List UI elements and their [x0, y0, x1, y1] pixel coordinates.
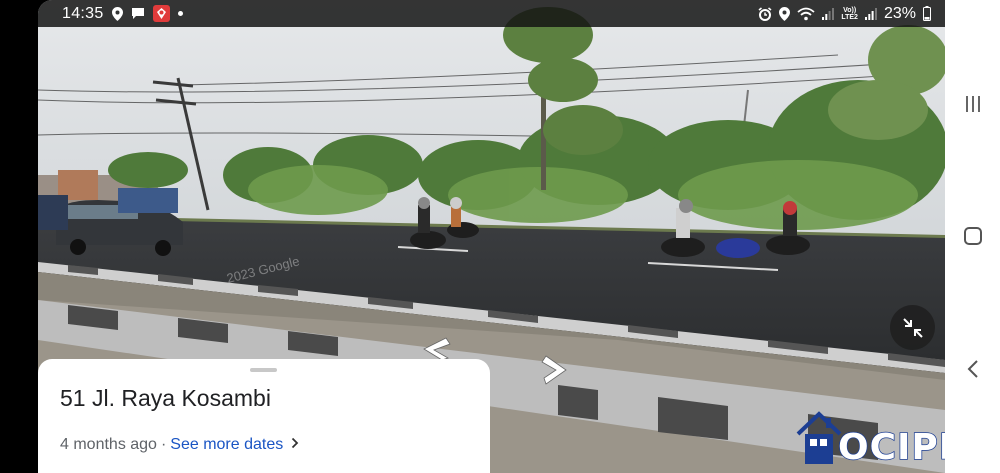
capture-date-row: 4 months ago · See more dates: [60, 436, 299, 454]
app-badge-icon: [152, 5, 170, 22]
battery-percent: 23%: [883, 4, 916, 22]
home-button[interactable]: [945, 216, 1000, 256]
battery-icon: [923, 6, 931, 21]
chevron-right-icon: [291, 436, 299, 454]
dot-icon: [177, 11, 183, 16]
signal-icon: [864, 7, 877, 20]
status-time: 14:35: [62, 4, 104, 22]
arrow-right-icon[interactable]: [538, 352, 572, 386]
capture-age: 4 months ago: [60, 436, 157, 453]
location-icon: [111, 6, 123, 21]
drag-handle[interactable]: [250, 368, 277, 372]
address-title: 51 Jl. Raya Kosambi: [60, 385, 271, 411]
house-logo-icon: [796, 410, 842, 466]
signal-icon: [822, 7, 835, 20]
wifi-icon: [797, 7, 815, 21]
network-type-label: Vo)) LTE2: [841, 6, 858, 21]
alarm-icon: [758, 6, 772, 21]
arrow-left-icon[interactable]: [420, 336, 454, 360]
back-icon: [966, 359, 980, 379]
see-more-dates-link[interactable]: See more dates: [170, 436, 299, 454]
status-bar: 14:35 Vo)) LTE2 23%: [38, 0, 945, 27]
phone-screen: 2023 Google 14:35 Vo)) LTE2 23% 51 Jl. R…: [0, 0, 1000, 473]
location-info-card[interactable]: 51 Jl. Raya Kosambi 4 months ago · See m…: [38, 359, 490, 473]
chat-icon: [131, 7, 145, 20]
recents-icon: [964, 95, 982, 113]
home-icon: [963, 226, 983, 246]
separator-dot: ·: [160, 436, 167, 453]
back-button[interactable]: [945, 349, 1000, 389]
see-more-dates-label: See more dates: [170, 436, 284, 453]
location-icon: [779, 6, 791, 21]
recents-button[interactable]: [945, 84, 1000, 124]
collapse-icon: [902, 317, 924, 339]
collapse-button[interactable]: [890, 305, 935, 350]
system-nav-bar: [945, 0, 1000, 473]
